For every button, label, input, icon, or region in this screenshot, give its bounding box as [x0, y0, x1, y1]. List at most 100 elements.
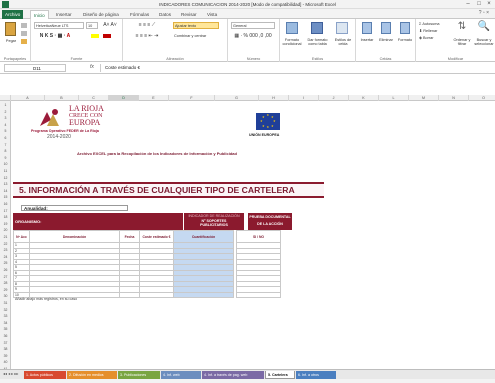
- excel-app-icon[interactable]: [2, 1, 9, 8]
- format-cells-icon[interactable]: [400, 22, 410, 34]
- worksheet[interactable]: LA RIOJA CRECE CON EUROPA Programa Opera…: [11, 101, 495, 379]
- row-header[interactable]: 6: [0, 136, 11, 140]
- font-size-select[interactable]: 10: [86, 22, 98, 29]
- copy-icon[interactable]: [21, 31, 27, 36]
- font-name-select[interactable]: HelveticaNeue LTS: [34, 22, 84, 29]
- row-header[interactable]: 25: [0, 261, 11, 265]
- row-header[interactable]: 8: [0, 149, 11, 153]
- row-header[interactable]: 13: [0, 182, 11, 186]
- delete-cells-icon[interactable]: [381, 22, 391, 34]
- format-as-table-button[interactable]: Dar formato como tabla: [305, 38, 330, 46]
- tab-datos[interactable]: Datos: [156, 10, 174, 19]
- bold-italic-underline-icons[interactable]: N K S · ▦ · A: [35, 34, 75, 39]
- maximize-icon[interactable]: □: [474, 0, 484, 9]
- row-header[interactable]: 3: [0, 116, 11, 120]
- row-header[interactable]: 11: [0, 169, 11, 173]
- tab-revisar[interactable]: Revisar: [178, 10, 200, 19]
- table-cell-coste[interactable]: [139, 291, 174, 298]
- row-header[interactable]: 29: [0, 288, 11, 292]
- cell-styles-icon[interactable]: [336, 22, 348, 34]
- sheet-nav-icons[interactable]: ◂◂ ◂ ▸ ▸▸: [3, 371, 18, 376]
- format-button[interactable]: Formato: [395, 38, 415, 42]
- font-color-icon[interactable]: [103, 34, 111, 38]
- row-header[interactable]: 37: [0, 341, 11, 345]
- clear-button[interactable]: ◈ Borrar: [419, 36, 451, 40]
- font-grow-shrink-icon[interactable]: A˄ A˅: [101, 23, 119, 28]
- table-cell-fecha[interactable]: [119, 291, 140, 298]
- find-select-button[interactable]: Buscar y seleccionar: [473, 38, 495, 46]
- cut-icon[interactable]: [21, 23, 27, 28]
- row-header[interactable]: 33: [0, 314, 11, 318]
- sheet-tab[interactable]: 3. Publicaciones: [118, 371, 160, 379]
- merge-center-button[interactable]: Combinar y centrar: [173, 33, 225, 40]
- table-cell-cuant[interactable]: [173, 291, 234, 298]
- wrap-text-button[interactable]: Ajustar texto: [173, 22, 219, 29]
- row-header[interactable]: 2: [0, 110, 11, 114]
- cell-styles-button[interactable]: Estilos de celda: [331, 38, 355, 46]
- close-icon[interactable]: ×: [484, 0, 494, 9]
- row-header[interactable]: 21: [0, 235, 11, 239]
- col-header-n-acc[interactable]: Nº Acc: [13, 230, 30, 243]
- row-header[interactable]: 15: [0, 195, 11, 199]
- minimize-icon[interactable]: –: [463, 0, 473, 9]
- format-painter-icon[interactable]: [21, 39, 27, 44]
- tab-formulas[interactable]: Fórmulas: [127, 10, 152, 19]
- row-header[interactable]: 34: [0, 321, 11, 325]
- sort-filter-icon[interactable]: ⇅: [452, 21, 472, 32]
- row-header[interactable]: 7: [0, 143, 11, 147]
- row-header[interactable]: 24: [0, 255, 11, 259]
- row-header[interactable]: 14: [0, 189, 11, 193]
- row-header[interactable]: 22: [0, 242, 11, 246]
- sheet-tab[interactable]: 4. Inf. a través de pag. web: [202, 371, 264, 379]
- formula-input[interactable]: Coste estimado €: [100, 64, 490, 72]
- help-icon[interactable]: ? ▫ ×: [479, 10, 489, 16]
- tab-diseno-pagina[interactable]: Diseño de página: [80, 10, 122, 19]
- fx-icon[interactable]: fx: [90, 64, 94, 70]
- row-header[interactable]: 4: [0, 123, 11, 127]
- paste-button[interactable]: Pegar: [1, 39, 21, 43]
- row-header[interactable]: 39: [0, 354, 11, 358]
- row-header[interactable]: 27: [0, 275, 11, 279]
- row-header[interactable]: 19: [0, 222, 11, 226]
- insert-cells-icon[interactable]: [362, 22, 372, 34]
- find-select-icon[interactable]: 🔍: [474, 21, 494, 32]
- sheet-tab[interactable]: 2. Difusión en medios: [67, 371, 117, 379]
- row-header[interactable]: 30: [0, 294, 11, 298]
- sheet-tab[interactable]: 1. Actos públicos: [24, 371, 66, 379]
- col-header-si-no[interactable]: SI / NO: [236, 230, 281, 243]
- row-header[interactable]: 16: [0, 202, 11, 206]
- tab-inicio[interactable]: Inicio: [30, 10, 49, 19]
- tab-vista[interactable]: Vista: [204, 10, 220, 19]
- row-header[interactable]: 17: [0, 209, 11, 213]
- row-header[interactable]: 38: [0, 347, 11, 351]
- anualidad-field[interactable]: Anualidad:: [21, 205, 128, 211]
- sheet-tab[interactable]: 4. Inf. web: [161, 371, 201, 379]
- sheet-tab[interactable]: 6. Inf. a otros: [296, 371, 336, 379]
- row-header[interactable]: 20: [0, 228, 11, 232]
- row-header[interactable]: 10: [0, 162, 11, 166]
- row-header[interactable]: 31: [0, 301, 11, 305]
- paste-icon[interactable]: [5, 22, 16, 36]
- col-header-cuantificacion[interactable]: Cuantificación: [173, 230, 234, 243]
- row-header[interactable]: 1: [0, 103, 11, 107]
- row-header[interactable]: 35: [0, 327, 11, 331]
- row-header[interactable]: 18: [0, 215, 11, 219]
- col-header-coste[interactable]: Coste estimado €: [139, 230, 174, 243]
- col-header-denominacion[interactable]: Denominación: [29, 230, 120, 243]
- sort-filter-button[interactable]: Ordenar y filtrar: [451, 38, 473, 46]
- autosum-button[interactable]: Σ Autosuma: [419, 22, 451, 26]
- table-cell-sino[interactable]: [236, 291, 281, 298]
- tab-archivo[interactable]: Archivo: [2, 10, 24, 19]
- align-top-icons[interactable]: ≡ ≡ ≡ ⟋: [127, 23, 167, 28]
- row-header[interactable]: 12: [0, 176, 11, 180]
- row-header[interactable]: 23: [0, 248, 11, 252]
- delete-button[interactable]: Eliminar: [376, 38, 396, 42]
- tab-insertar[interactable]: Insertar: [53, 10, 75, 19]
- format-as-table-icon[interactable]: [311, 22, 323, 34]
- conditional-format-icon[interactable]: [286, 22, 298, 34]
- col-header-fecha[interactable]: Fecha: [119, 230, 140, 243]
- row-header[interactable]: 9: [0, 156, 11, 160]
- row-header[interactable]: 36: [0, 334, 11, 338]
- conditional-format-button[interactable]: Formato condicional: [280, 38, 304, 46]
- row-header[interactable]: 5: [0, 129, 11, 133]
